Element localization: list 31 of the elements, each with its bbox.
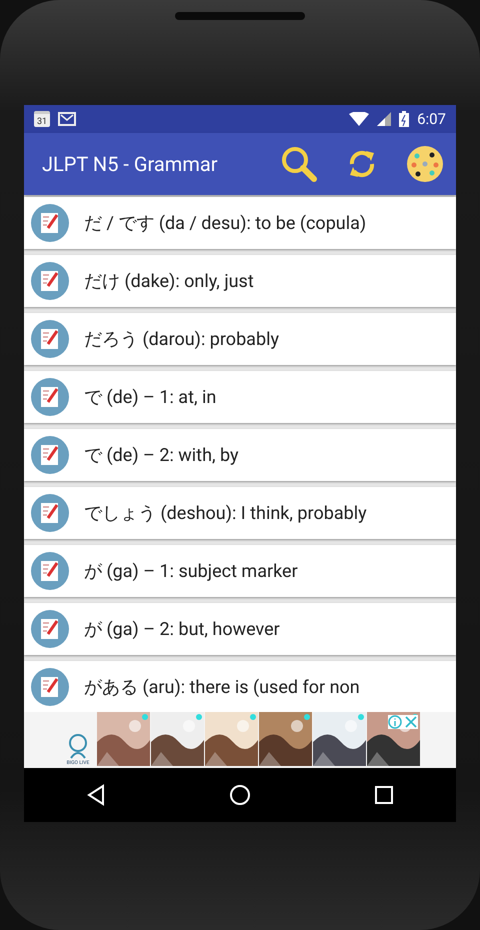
mail-icon [58,112,76,126]
notepad-pencil-icon [30,261,70,301]
grammar-list-item[interactable]: が (ga) – 1: subject marker [24,545,456,597]
battery-icon [399,111,410,127]
notepad-pencil-icon [30,493,70,533]
notepad-pencil-icon [30,551,70,591]
home-icon[interactable] [228,784,251,806]
calendar-icon: 31 [34,111,50,127]
grammar-list-item[interactable]: が (ga) – 2: but, however [24,603,456,655]
app-title: JLPT N5 - Grammar [42,152,219,176]
grammar-list-item[interactable]: だ / です (da / desu): to be (copula) [24,197,456,249]
palette-icon[interactable] [406,145,444,183]
notepad-pencil-icon [30,377,70,417]
notepad-pencil-icon [30,435,70,475]
grammar-list-item[interactable]: でしょう (deshou): I think, probably [24,487,456,539]
grammar-list-item[interactable]: で (de) – 1: at, in [24,371,456,423]
recents-icon[interactable] [374,785,394,805]
grammar-list-item[interactable]: がある (aru): there is (used for non [24,661,456,712]
signal-icon [377,112,392,126]
back-icon[interactable] [86,784,106,806]
grammar-list-item[interactable]: だけ (dake): only, just [24,255,456,307]
wifi-icon [349,112,370,126]
notepad-pencil-icon [30,319,70,359]
notepad-pencil-icon [30,609,70,649]
grammar-list-item[interactable]: だろう (darou): probably [24,313,456,365]
search-icon[interactable] [280,145,318,183]
clock-time: 6:07 [417,110,446,128]
mascot-icon [67,734,89,760]
notepad-pencil-icon [30,203,70,243]
grammar-list-item[interactable]: で (de) – 2: with, by [24,429,456,481]
notepad-pencil-icon [30,667,70,707]
